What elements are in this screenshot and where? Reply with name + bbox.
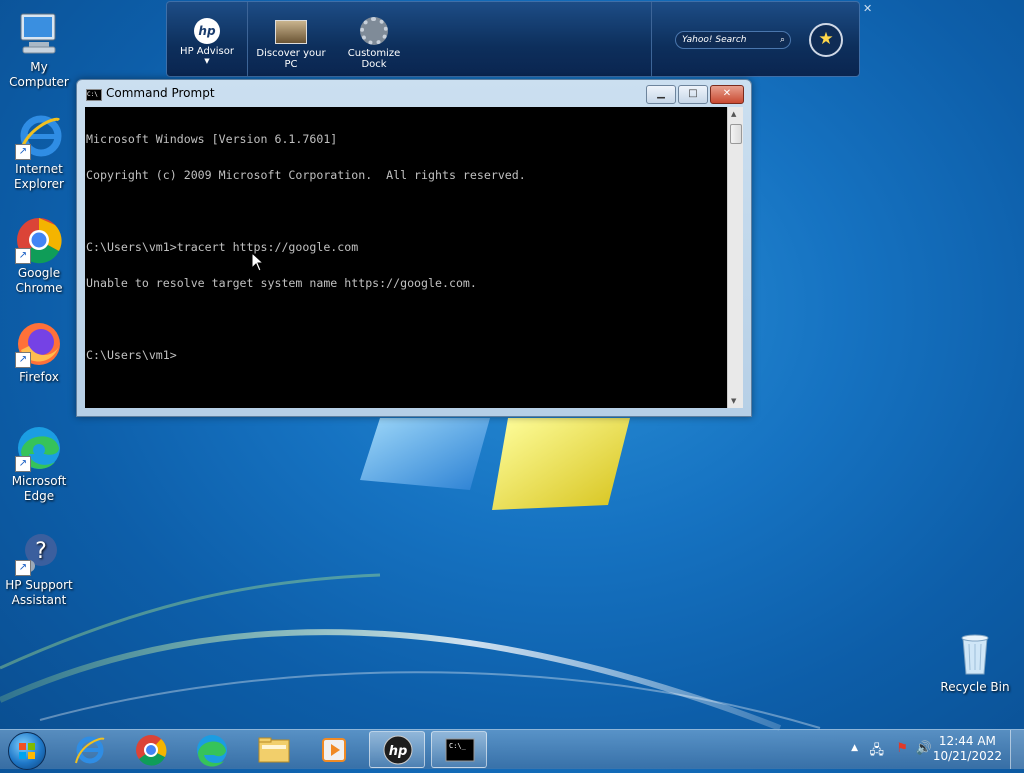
desktop-icon-label: My Computer [9, 60, 69, 89]
chevron-down-icon: ▼ [204, 57, 210, 65]
dock-hp-advisor[interactable]: hp HP Advisor ▼ [173, 8, 241, 65]
discover-pc-icon [275, 20, 307, 44]
internet-explorer-icon: ↗ [15, 112, 63, 160]
taskbar-hp[interactable]: hp [369, 731, 425, 768]
dock-discover-your-pc[interactable]: Discover your PC [251, 8, 331, 70]
internet-explorer-icon [75, 736, 105, 764]
desktop-icon-label: Google Chrome [15, 266, 63, 295]
scrollbar-thumb[interactable] [730, 124, 742, 144]
taskbar-file-explorer[interactable] [246, 731, 302, 768]
mouse-pointer-icon [251, 252, 265, 272]
media-player-icon [322, 738, 346, 762]
gear-icon [360, 17, 388, 45]
desktop-icon-label: Recycle Bin [940, 680, 1010, 694]
shortcut-arrow-icon: ↗ [15, 560, 31, 576]
edge-icon: ↗ [15, 424, 63, 472]
system-clock[interactable]: 12:44 AM 10/21/2022 [933, 734, 1002, 764]
hp-support-icon: ? ↗ [15, 528, 63, 576]
desktop-icon-label: Firefox [19, 370, 59, 384]
vertical-scrollbar[interactable]: ▲ ▼ [727, 107, 743, 408]
close-button[interactable]: ✕ [710, 85, 744, 104]
desktop-icon-internet-explorer[interactable]: ↗ Internet Explorer [0, 112, 78, 192]
firefox-icon: ↗ [15, 320, 63, 368]
dock-separator [651, 2, 652, 76]
console-line: Unable to resolve target system name htt… [86, 276, 477, 290]
taskbar-edge[interactable] [184, 731, 240, 768]
cmd-icon: C:\ [86, 89, 102, 101]
desktop-icon-google-chrome[interactable]: ↗ Google Chrome [0, 216, 78, 296]
favorites-star-button[interactable]: ★ [809, 23, 843, 57]
clock-time: 12:44 AM [938, 734, 996, 748]
console-output[interactable]: Microsoft Windows [Version 6.1.7601] Cop… [85, 107, 727, 408]
dock-item-label: Discover your PC [256, 48, 326, 70]
taskbar-internet-explorer[interactable] [62, 731, 118, 768]
svg-text:hp: hp [389, 744, 408, 759]
desktop-icon-label: Internet Explorer [14, 162, 64, 191]
dock-item-label: Customize Dock [347, 48, 401, 70]
windows-logo-icon [19, 743, 35, 759]
console-prompt-line: C:\Users\vm1> [86, 348, 177, 362]
taskbar-command-prompt[interactable]: C:\_ [431, 731, 487, 768]
search-placeholder: Yahoo! Search [682, 35, 747, 45]
shortcut-arrow-icon: ↗ [15, 248, 31, 264]
console-line: Copyright (c) 2009 Microsoft Corporation… [86, 168, 526, 182]
desktop-icon-firefox[interactable]: ↗ Firefox [0, 320, 78, 385]
chrome-icon [136, 735, 167, 766]
recycle-bin-icon [951, 630, 999, 678]
taskbar-chrome[interactable] [123, 731, 179, 768]
show-hidden-icons-arrow-icon[interactable]: ▲ [851, 743, 858, 753]
desktop-icon-recycle-bin[interactable]: Recycle Bin [936, 630, 1014, 695]
start-button[interactable] [8, 732, 46, 770]
dock-close-icon[interactable]: ✕ [863, 2, 872, 15]
scroll-up-arrow-icon[interactable]: ▲ [731, 110, 736, 118]
show-desktop-button[interactable] [1010, 730, 1024, 769]
maximize-button[interactable]: □ [678, 85, 708, 104]
taskbar: hp C:\_ ▲ 🖧 ⚑ 🔊 12:44 AM 10/21/2022 [0, 729, 1024, 770]
hp-logo-icon: hp [383, 735, 413, 765]
desktop-icon-hp-support-assistant[interactable]: ? ↗ HP Support Assistant [0, 528, 78, 608]
hp-logo-icon: hp [194, 18, 220, 44]
star-icon: ★ [818, 29, 834, 49]
desktop-icon-label: HP Support Assistant [5, 578, 73, 607]
window-title: Command Prompt [106, 86, 215, 100]
desktop-icon-microsoft-edge[interactable]: ↗ Microsoft Edge [0, 424, 78, 504]
desktop-icon-label: Microsoft Edge [11, 474, 67, 503]
console-line: C:\Users\vm1>tracert https://google.com [86, 240, 359, 254]
dock-separator [247, 2, 248, 76]
taskbar-media-player[interactable] [307, 731, 363, 768]
shortcut-arrow-icon: ↗ [15, 456, 31, 472]
hp-dock: hp HP Advisor ▼ Discover your PC Customi… [166, 1, 860, 77]
chrome-icon: ↗ [15, 216, 63, 264]
clock-date: 10/21/2022 [932, 749, 1002, 763]
window-titlebar[interactable]: C:\ Command Prompt ▁ □ ✕ [77, 80, 751, 106]
scroll-down-arrow-icon[interactable]: ▼ [731, 397, 736, 405]
svg-text:C:\_: C:\_ [449, 742, 467, 750]
action-center-flag-icon[interactable]: ⚑ [896, 741, 908, 756]
shortcut-arrow-icon: ↗ [15, 144, 31, 160]
console-line: Microsoft Windows [Version 6.1.7601] [86, 132, 338, 146]
dock-item-label: HP Advisor [180, 46, 234, 57]
cmd-icon: C:\_ [445, 738, 475, 762]
yahoo-search-input[interactable]: Yahoo! Search ⌕ [675, 31, 791, 49]
folder-icon [258, 737, 290, 763]
dock-customize-dock[interactable]: Customize Dock [335, 8, 413, 70]
shortcut-arrow-icon: ↗ [15, 352, 31, 368]
network-icon[interactable]: 🖧 [870, 741, 885, 763]
volume-icon[interactable]: 🔊 [916, 741, 932, 756]
desktop-icon-my-computer[interactable]: My Computer [0, 10, 78, 90]
svg-text:?: ? [35, 539, 47, 564]
search-icon[interactable]: ⌕ [780, 32, 785, 48]
command-prompt-window[interactable]: C:\ Command Prompt ▁ □ ✕ Microsoft Windo… [76, 79, 752, 417]
edge-icon [197, 735, 227, 767]
minimize-button[interactable]: ▁ [646, 85, 676, 104]
computer-icon [15, 10, 63, 58]
